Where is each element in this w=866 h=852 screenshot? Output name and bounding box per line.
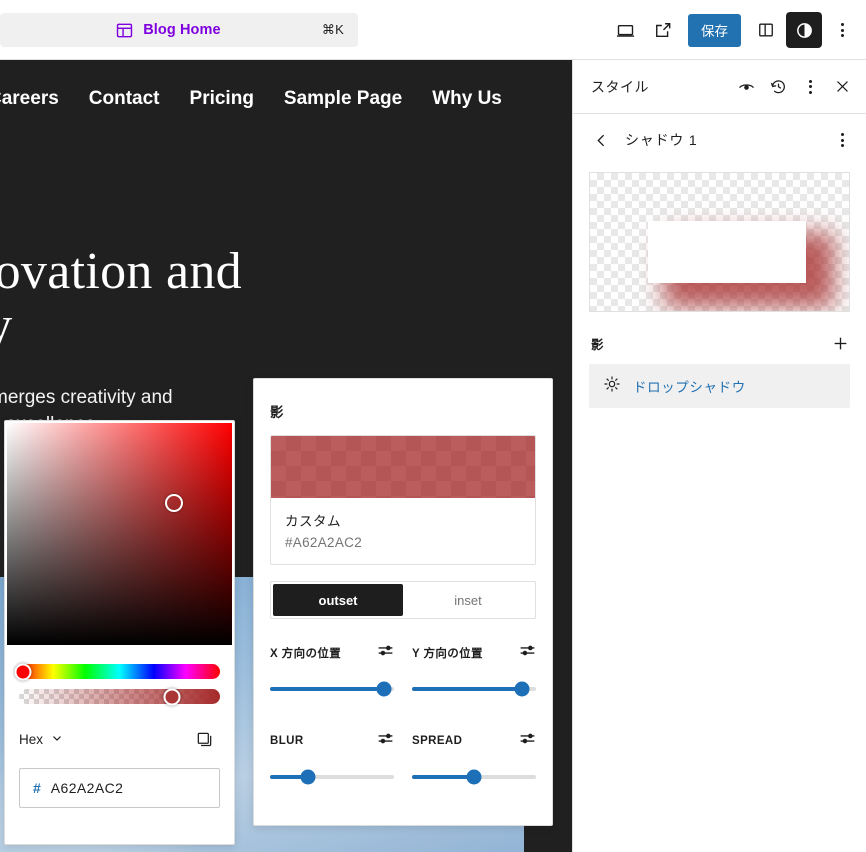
shadow-list-item-drop-shadow[interactable]: ドロップシャドウ	[589, 364, 850, 408]
y-position-slider[interactable]	[412, 687, 536, 691]
shadow-preview	[589, 172, 850, 312]
styles-more-options-icon[interactable]	[794, 71, 826, 103]
spread-header: SPREAD	[412, 729, 536, 753]
alpha-slider-thumb[interactable]	[163, 688, 180, 705]
spread-control: SPREAD	[412, 729, 536, 779]
hex-input-field[interactable]: # A62A2AC2	[19, 768, 220, 808]
spread-slider[interactable]	[412, 775, 536, 779]
shadow-outset-option[interactable]: outset	[273, 584, 403, 616]
shadow-sun-icon	[603, 375, 621, 398]
shadow-position-toggle-group: outset inset	[270, 581, 536, 619]
shadow-settings-popover: 影 カスタム #A62A2AC2 outset inset X 方向の位置	[253, 378, 553, 826]
blur-slider[interactable]	[270, 775, 394, 779]
site-navigation: Careers Contact Pricing Sample Page Why …	[0, 88, 572, 110]
vertical-dots	[841, 23, 844, 37]
hex-input-value[interactable]: A62A2AC2	[51, 780, 123, 796]
shadow-popover-title: 影	[254, 379, 552, 421]
spread-settings-icon[interactable]	[519, 730, 536, 752]
shadow-preview-box	[648, 221, 806, 283]
nav-item-sample-page[interactable]: Sample Page	[284, 88, 402, 110]
shadow-inset-option[interactable]: inset	[403, 584, 533, 616]
command-bar-center: Blog Home	[14, 21, 322, 40]
x-position-slider[interactable]	[270, 687, 394, 691]
alpha-slider[interactable]	[19, 689, 220, 704]
color-picker-popover: Hex # A62A2AC2	[4, 420, 235, 845]
x-position-control: X 方向の位置	[270, 641, 394, 691]
shadow-section-label: 影	[591, 334, 824, 353]
site-editor-window: Blog Home ⌘K 保存	[0, 0, 866, 852]
hue-slider-thumb[interactable]	[15, 663, 32, 680]
vertical-dots	[841, 133, 844, 147]
y-position-settings-icon[interactable]	[519, 642, 536, 664]
vertical-dots	[809, 80, 812, 94]
color-format-label: Hex	[19, 732, 43, 747]
styles-toggle-icon[interactable]	[786, 12, 822, 48]
shadow-color-name: カスタム	[285, 510, 521, 530]
blur-control: BLUR	[270, 729, 394, 779]
blur-header: BLUR	[270, 729, 394, 753]
shadow-color-indicator[interactable]: カスタム #A62A2AC2	[270, 435, 536, 565]
hero-heading[interactable]: nnovation and lity	[0, 245, 572, 353]
x-position-header: X 方向の位置	[270, 641, 394, 665]
sidebar-toggle-icon[interactable]	[748, 12, 784, 48]
y-position-header: Y 方向の位置	[412, 641, 536, 665]
nav-item-pricing[interactable]: Pricing	[190, 88, 254, 110]
revision-history-icon[interactable]	[762, 71, 794, 103]
close-styles-panel-icon[interactable]	[826, 71, 858, 103]
shadow-list-item-label: ドロップシャドウ	[633, 376, 746, 396]
shadow-breadcrumb-title: シャドウ 1	[625, 130, 822, 150]
command-bar[interactable]: Blog Home ⌘K	[0, 13, 358, 47]
x-position-settings-icon[interactable]	[377, 642, 394, 664]
more-options-icon[interactable]	[824, 12, 860, 48]
shadow-color-swatch	[271, 436, 535, 498]
shadow-breadcrumb: シャドウ 1	[573, 114, 866, 166]
shadow-slider-grid-top: X 方向の位置 Y 方向の位置	[254, 641, 552, 691]
chevron-down-icon	[50, 731, 64, 748]
back-chevron-icon[interactable]	[585, 124, 617, 156]
hue-slider[interactable]	[19, 664, 220, 679]
save-button[interactable]: 保存	[688, 14, 741, 47]
color-format-row: Hex	[19, 726, 220, 752]
view-site-external-icon[interactable]	[645, 12, 681, 48]
blur-settings-icon[interactable]	[377, 730, 394, 752]
command-bar-shortcut: ⌘K	[322, 22, 344, 38]
device-preview-icon[interactable]	[607, 12, 643, 48]
saturation-pointer[interactable]	[165, 494, 183, 512]
shadow-section-header: 影	[573, 322, 866, 364]
styles-sidebar: スタイル	[572, 60, 866, 852]
copy-icon[interactable]	[188, 723, 220, 755]
nav-item-why-us[interactable]: Why Us	[432, 88, 502, 110]
y-position-label: Y 方向の位置	[412, 645, 519, 661]
add-shadow-button[interactable]	[824, 327, 856, 359]
styles-panel-header: スタイル	[573, 60, 866, 114]
shadow-color-hex: #A62A2AC2	[285, 535, 521, 550]
shadow-more-options-icon[interactable]	[826, 124, 858, 156]
y-position-control: Y 方向の位置	[412, 641, 536, 691]
x-position-label: X 方向の位置	[270, 645, 377, 661]
command-bar-label: Blog Home	[143, 22, 220, 38]
top-bar-actions: 保存	[607, 0, 860, 60]
blur-label: BLUR	[270, 735, 377, 747]
shadow-color-info: カスタム #A62A2AC2	[271, 498, 535, 564]
site-layout-icon	[115, 21, 134, 40]
shadow-slider-grid-bottom: BLUR SPREAD	[254, 729, 552, 779]
spread-label: SPREAD	[412, 735, 519, 747]
color-format-select[interactable]: Hex	[19, 731, 188, 748]
nav-item-contact[interactable]: Contact	[89, 88, 160, 110]
editor-top-bar: Blog Home ⌘K 保存	[0, 0, 866, 60]
hash-prefix: #	[33, 780, 41, 796]
nav-item-careers[interactable]: Careers	[0, 88, 59, 110]
style-book-eye-icon[interactable]	[730, 71, 762, 103]
shadow-list: ドロップシャドウ	[573, 364, 866, 408]
styles-panel-title: スタイル	[591, 77, 730, 97]
saturation-value-area[interactable]	[7, 423, 232, 645]
